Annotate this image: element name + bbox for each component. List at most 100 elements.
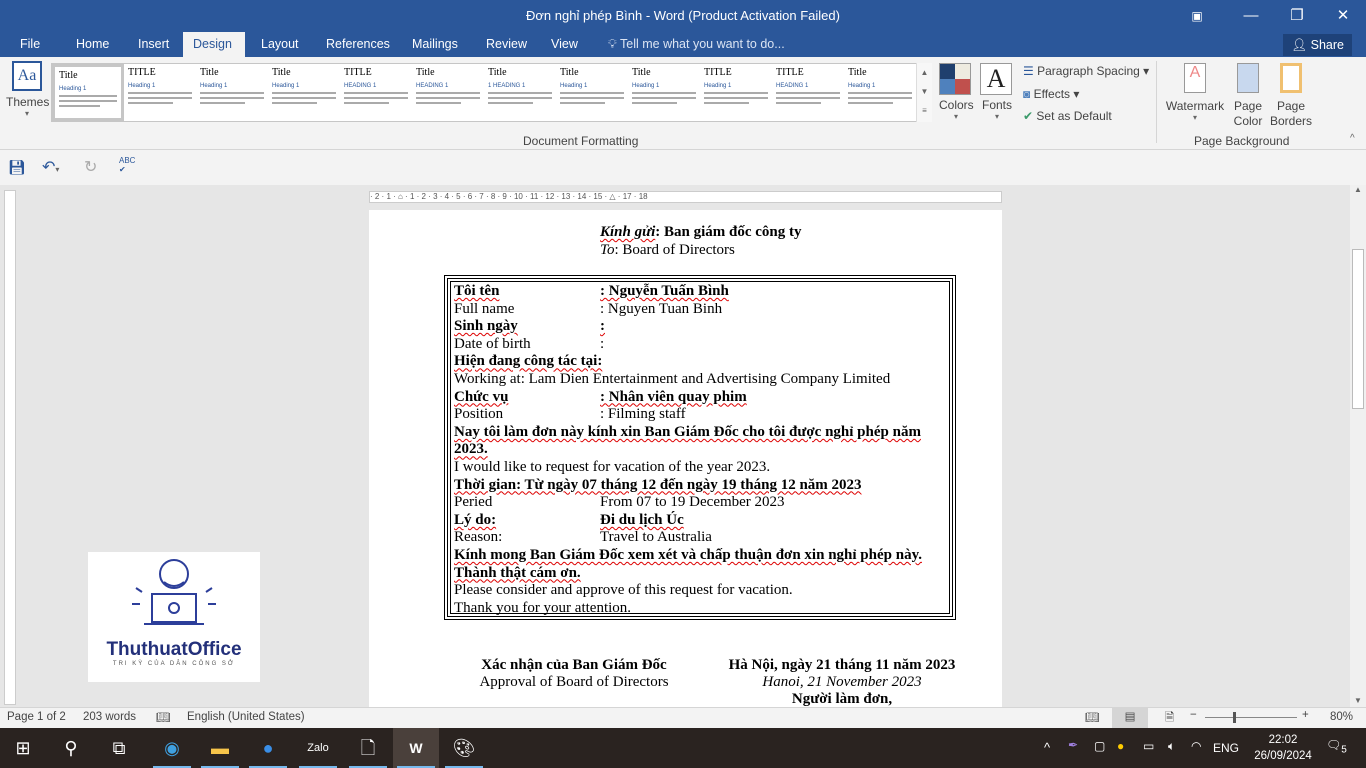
print-layout-icon[interactable]: ▤ <box>1112 707 1148 728</box>
line-value: : <box>600 335 605 352</box>
zoom-slider-thumb[interactable] <box>1233 712 1236 723</box>
themes-button[interactable]: Aa Themes ▾ <box>6 61 49 118</box>
tab-insert[interactable]: Insert <box>128 32 179 57</box>
line-label: Hiện đang công tác tại: <box>454 353 603 370</box>
tell-me-box[interactable]: 💡︎ Tell me what you want to do... <box>598 32 795 57</box>
style-set-thumb[interactable]: Title Heading 1 <box>628 64 700 121</box>
show-hidden-icons[interactable]: ^ <box>1044 740 1050 755</box>
style-set-thumb[interactable]: Title HEADING 1 <box>412 64 484 121</box>
fonts-label: Fonts <box>981 98 1012 112</box>
fonts-icon: A <box>980 63 1012 95</box>
redo-icon[interactable]: ↻ <box>84 157 97 177</box>
style-set-thumb[interactable]: TITLE Heading 1 <box>124 64 196 121</box>
spelling-check-icon[interactable]: ABC ✔ <box>119 156 135 174</box>
undo-icon[interactable]: ↶▾ <box>42 157 59 177</box>
scrollbar-thumb[interactable] <box>1352 249 1364 409</box>
form-line: Please consider and approve of this requ… <box>454 582 793 600</box>
line-label: Sinh ngày <box>454 318 518 335</box>
scroll-up-icon[interactable]: ▲ <box>1350 185 1366 194</box>
zoom-in-button[interactable]: + <box>1302 709 1309 721</box>
language[interactable]: English (United States) <box>187 711 305 723</box>
battery-icon[interactable]: ▭ <box>1143 739 1154 753</box>
proofing-icon[interactable]: 📖︎ <box>156 710 171 724</box>
tab-home[interactable]: Home <box>66 32 119 57</box>
vertical-ruler[interactable] <box>4 190 16 705</box>
colors-button[interactable]: Colors ▾ <box>939 63 974 121</box>
warning-icon[interactable]: ● <box>1117 739 1124 753</box>
tab-mailings[interactable]: Mailings <box>402 32 468 57</box>
minimize-button[interactable]: — <box>1228 0 1274 32</box>
paragraph-spacing-label: Paragraph Spacing <box>1037 64 1140 78</box>
document-app-icon[interactable]: 🗋︎ <box>345 728 391 768</box>
zoom-slider[interactable] <box>1205 712 1297 723</box>
input-language[interactable]: ENG <box>1213 741 1239 755</box>
style-set-thumb[interactable]: Title Heading 1 <box>268 64 340 121</box>
wifi-icon[interactable]: ◠ <box>1191 739 1201 753</box>
line-label: Nay tôi làm đơn này kính xin Ban Giám Đố… <box>454 423 921 440</box>
clock[interactable]: 22:02 26/09/2024 <box>1248 732 1318 764</box>
line-label: Reason: <box>454 529 503 546</box>
share-button[interactable]: 👤︎ Share <box>1283 34 1352 56</box>
style-set-thumb[interactable]: Title Heading 1 <box>556 64 628 121</box>
windows-start-icon[interactable]: ⊞ <box>0 728 46 768</box>
page-count[interactable]: Page 1 of 2 <box>7 711 66 723</box>
style-set-thumb[interactable]: Title 1 HEADING 1 <box>484 64 556 121</box>
meet-icon[interactable]: ▢ <box>1094 739 1105 753</box>
remote-desktop-icon[interactable]: ● <box>245 728 291 768</box>
pen-icon[interactable]: ✒︎ <box>1068 738 1078 752</box>
style-set-thumb[interactable]: Title Heading 1 <box>52 64 124 121</box>
tab-file[interactable]: File <box>10 32 50 57</box>
tab-references[interactable]: References <box>316 32 400 57</box>
watermark-button[interactable]: A Watermark ▾ <box>1164 63 1226 122</box>
zalo-icon[interactable]: Zalo <box>295 728 341 768</box>
zoom-out-button[interactable]: − <box>1190 709 1197 721</box>
page-color-button[interactable]: Page Color <box>1226 63 1270 129</box>
close-button[interactable]: ✕ <box>1320 0 1366 32</box>
search-icon[interactable]: ⚲ <box>48 728 94 768</box>
page-borders-button[interactable]: Page Borders <box>1270 63 1312 129</box>
style-set-thumb[interactable]: TITLE Heading 1 <box>700 64 772 121</box>
word-count[interactable]: 203 words <box>83 711 136 723</box>
restore-button[interactable]: ❐ <box>1274 0 1320 32</box>
style-set-thumb[interactable]: TITLE HEADING 1 <box>340 64 412 121</box>
style-set-thumb[interactable]: Title Heading 1 <box>844 64 916 121</box>
tab-layout[interactable]: Layout <box>251 32 309 57</box>
approval-en: Approval of Board of Directors <box>479 674 669 690</box>
read-mode-icon[interactable]: 📖︎ <box>1085 710 1100 724</box>
style-title: TITLE <box>128 67 156 78</box>
fonts-button[interactable]: A Fonts ▾ <box>980 63 1014 121</box>
tab-design[interactable]: Design <box>183 32 245 57</box>
volume-icon[interactable]: 🔈︎ <box>1168 739 1175 754</box>
file-explorer-icon[interactable]: ▬ <box>197 728 243 768</box>
web-layout-icon[interactable]: 🗎︎ <box>1165 710 1174 729</box>
style-set-thumb[interactable]: Title Heading 1 <box>196 64 268 121</box>
gallery-scroll[interactable]: ▲ ▼ ≡ <box>916 63 932 122</box>
tab-review[interactable]: Review <box>476 32 537 57</box>
form-line: Chức vụ: Nhân viên quay phim <box>454 389 747 407</box>
paragraph-spacing-button[interactable]: ☰ Paragraph Spacing ▾ <box>1023 64 1149 78</box>
save-icon[interactable]: 💾︎ <box>8 159 26 176</box>
paint-icon[interactable]: 🎨︎ <box>441 728 487 768</box>
collapse-ribbon-icon[interactable]: ^ <box>1350 133 1355 144</box>
task-view-icon[interactable]: ⧉ <box>96 728 142 768</box>
line-value: : Nguyễn Tuấn Bình <box>600 283 729 299</box>
style-set-thumb[interactable]: TITLE HEADING 1 <box>772 64 844 121</box>
paragraph-spacing-icon: ☰ <box>1023 64 1038 78</box>
word-icon[interactable]: W <box>393 728 439 768</box>
form-line: Peried From 07 to 19 December 2023 <box>454 494 785 512</box>
edge-icon[interactable]: ◉ <box>149 728 195 768</box>
set-as-default-button[interactable]: ✔ Set as Default <box>1023 109 1112 123</box>
share-label: Share <box>1310 38 1344 52</box>
notifications-icon[interactable]: 🗨︎5 <box>1326 738 1347 755</box>
scroll-down-icon[interactable]: ▼ <box>1350 696 1366 705</box>
vertical-scrollbar[interactable]: ▲ ▼ <box>1350 185 1366 707</box>
effects-button[interactable]: ◙ Effects ▾ <box>1023 87 1079 101</box>
style-heading: Heading 1 <box>272 83 300 89</box>
line-label: Thời gian: Từ ngày 07 tháng 12 đến ngày … <box>454 476 862 493</box>
horizontal-ruler[interactable]: · 2 · 1 · ⌂ · 1 · 2 · 3 · 4 · 5 · 6 · 7 … <box>369 191 1002 203</box>
form-line: Position: Filming staff <box>454 406 686 424</box>
ribbon-display-options-icon[interactable]: ▣ <box>1174 0 1220 32</box>
zoom-level[interactable]: 80% <box>1330 711 1353 723</box>
style-heading: Heading 1 <box>200 83 228 89</box>
tab-view[interactable]: View <box>541 32 588 57</box>
